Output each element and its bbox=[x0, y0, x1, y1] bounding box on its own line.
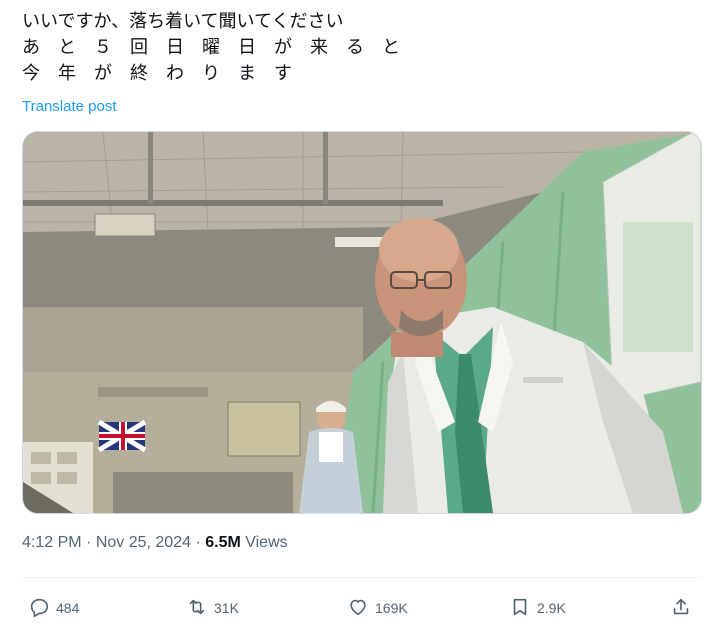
bookmark-icon bbox=[509, 596, 531, 621]
post-text-line-3: 今 年 が 終 わ り ま す bbox=[22, 63, 292, 83]
bookmark-count: 2.9K bbox=[537, 600, 566, 616]
bookmark-button[interactable]: 2.9K bbox=[509, 592, 566, 624]
repost-button[interactable]: 31K bbox=[186, 592, 239, 624]
post-text: いいですか、落ち着いて聞いてください あ と ５ 回 日 曜 日 が 来 る と… bbox=[22, 8, 702, 86]
post-date[interactable]: Nov 25, 2024 bbox=[96, 534, 191, 551]
reply-button[interactable]: 484 bbox=[28, 592, 79, 624]
post-time[interactable]: 4:12 PM bbox=[22, 534, 82, 551]
like-icon bbox=[347, 596, 369, 621]
post-meta: 4:12 PM · Nov 25, 2024 · 6.5M Views bbox=[22, 534, 288, 552]
views-count: 6.5M bbox=[205, 534, 241, 551]
share-icon bbox=[670, 596, 692, 621]
divider bbox=[22, 577, 700, 578]
like-button[interactable]: 169K bbox=[347, 592, 408, 624]
post-text-line-2: あ と ５ 回 日 曜 日 が 来 る と bbox=[22, 37, 400, 57]
reply-icon bbox=[28, 596, 50, 621]
meta-separator: · bbox=[81, 534, 96, 551]
post-image-illustration bbox=[23, 132, 701, 513]
like-count: 169K bbox=[375, 600, 408, 616]
post-image[interactable] bbox=[22, 131, 702, 514]
repost-icon bbox=[186, 596, 208, 621]
repost-count: 31K bbox=[214, 600, 239, 616]
reply-count: 484 bbox=[56, 600, 80, 616]
views-label: Views bbox=[240, 534, 288, 551]
post-text-line-1: いいですか、落ち着いて聞いてください bbox=[22, 11, 344, 31]
meta-separator: · bbox=[191, 534, 206, 551]
translate-post-link[interactable]: Translate post bbox=[22, 98, 117, 115]
share-button[interactable] bbox=[670, 592, 692, 624]
action-bar: 484 31K 169K 2.9K bbox=[22, 592, 700, 624]
